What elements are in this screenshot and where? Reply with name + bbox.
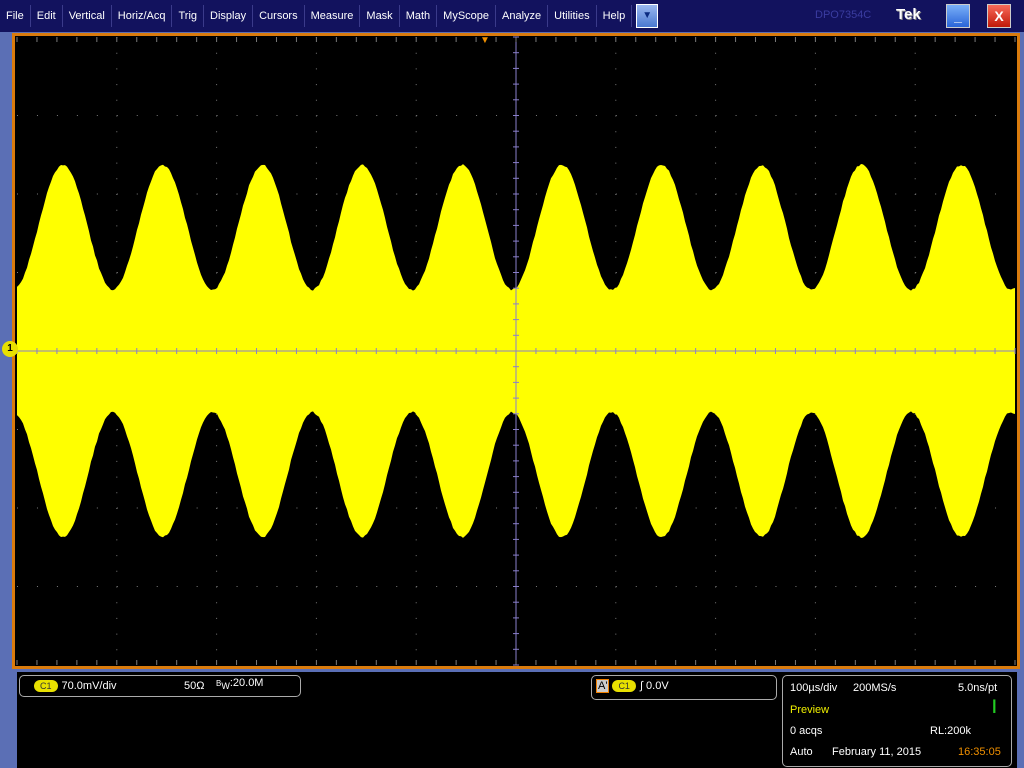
menu-mask[interactable]: Mask bbox=[360, 5, 399, 27]
model-label: DPO7354C bbox=[815, 9, 871, 21]
menu-help[interactable]: Help bbox=[597, 5, 633, 27]
trigger-mode: Auto bbox=[790, 746, 813, 758]
record-length: RL:200k bbox=[930, 725, 971, 737]
date: February 11, 2015 bbox=[832, 746, 921, 758]
acq-count: 0 acqs bbox=[790, 725, 822, 737]
menu-edit[interactable]: Edit bbox=[31, 5, 63, 27]
time: 16:35:05 bbox=[958, 746, 1001, 758]
acquisition-readout[interactable]: 100µs/div 200MS/s 5.0ns/pt Preview ┃ 0 a… bbox=[782, 675, 1012, 767]
c1-badge: C1 bbox=[34, 680, 58, 692]
trigger-source-label: A' bbox=[596, 679, 609, 693]
trigger-level: 0.0V bbox=[646, 680, 669, 692]
waveform-display[interactable] bbox=[12, 33, 1020, 669]
menu-math[interactable]: Math bbox=[400, 5, 437, 27]
sample-rate: 200MS/s bbox=[853, 682, 896, 694]
status-area: C1 70.0mV/div 50Ω BW:20.0M A' C1 ∫ 0.0V 100… bbox=[17, 672, 1017, 768]
timebase: 100µs/div bbox=[790, 682, 837, 694]
resolution: 5.0ns/pt bbox=[958, 682, 997, 694]
tek-logo: Tek bbox=[896, 6, 921, 23]
menu-horizacq[interactable]: Horiz/Acq bbox=[112, 5, 173, 27]
menu-file[interactable]: File bbox=[0, 5, 31, 27]
bandwidth: BW:20.0M bbox=[216, 677, 263, 691]
graticule bbox=[15, 36, 1017, 666]
menu-myscope[interactable]: MyScope bbox=[437, 5, 496, 27]
menu-cursors[interactable]: Cursors bbox=[253, 5, 305, 27]
vertical-scale: 70.0mV/div bbox=[62, 680, 117, 692]
channel1-readout[interactable]: C1 70.0mV/div 50Ω BW:20.0M bbox=[19, 675, 301, 697]
menu-vertical[interactable]: Vertical bbox=[63, 5, 112, 27]
menu-measure[interactable]: Measure bbox=[305, 5, 361, 27]
close-button[interactable]: X bbox=[987, 4, 1011, 28]
trigger-status-icon: ┃ bbox=[991, 700, 998, 713]
menu-display[interactable]: Display bbox=[204, 5, 253, 27]
trigger-position-icon[interactable]: ▼ bbox=[480, 35, 490, 46]
minimize-button[interactable]: _ bbox=[946, 4, 970, 28]
channel1-ground-marker[interactable]: 1 bbox=[2, 341, 18, 357]
menu-dropdown-button[interactable]: ▼ bbox=[636, 4, 658, 28]
rising-edge-icon: ∫ bbox=[640, 680, 643, 692]
trigger-c1-badge: C1 bbox=[612, 680, 636, 692]
trigger-readout[interactable]: A' C1 ∫ 0.0V bbox=[591, 675, 777, 700]
menu-utilities[interactable]: Utilities bbox=[548, 5, 596, 27]
menu-trig[interactable]: Trig bbox=[172, 5, 204, 27]
impedance: 50Ω bbox=[184, 680, 204, 692]
acq-state: Preview bbox=[790, 704, 829, 716]
menu-analyze[interactable]: Analyze bbox=[496, 5, 548, 27]
